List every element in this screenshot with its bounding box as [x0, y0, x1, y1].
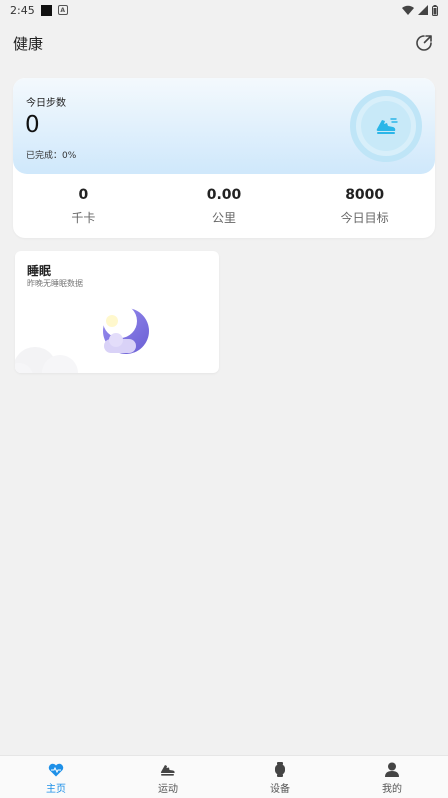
app-notification-icon: A: [57, 5, 68, 15]
sleep-card[interactable]: 睡眠 昨晚无睡眠数据: [15, 251, 219, 373]
steps-progress: 已完成：0%: [26, 151, 77, 161]
nav-profile[interactable]: 我的: [336, 756, 448, 798]
steps-label: 今日步数: [26, 98, 66, 109]
sleep-subtitle: 昨晚无睡眠数据: [27, 279, 83, 288]
share-icon: [416, 35, 432, 51]
nav-label: 我的: [382, 783, 402, 795]
steps-stats: 0 千卡 0.00 公里 8000 今日目标: [13, 184, 435, 232]
sleep-title: 睡眠: [27, 264, 52, 278]
bottom-nav: 主页 运动 设备 我的: [0, 755, 448, 798]
status-right: [402, 4, 438, 16]
moon-icon: [103, 308, 149, 354]
sneaker-icon: [160, 764, 175, 776]
steps-progress-ring: [350, 90, 422, 162]
stat-goal: 8000 今日目标: [294, 184, 435, 232]
nav-device[interactable]: 设备: [224, 756, 336, 798]
stat-value: 8000: [345, 187, 385, 203]
nav-label: 设备: [270, 783, 290, 795]
wifi-icon: [402, 5, 414, 15]
cloud-icon: [15, 347, 78, 373]
status-bar: 2:45 A: [0, 0, 448, 20]
stat-calories: 0 千卡: [13, 184, 154, 232]
stat-distance: 0.00 公里: [154, 184, 295, 232]
app-header: 健康: [0, 28, 448, 58]
stat-value: 0.00: [206, 187, 242, 203]
nav-label: 主页: [46, 783, 66, 795]
stat-value: 0: [78, 187, 89, 203]
watch-icon: [275, 762, 285, 777]
nav-label: 运动: [158, 783, 178, 795]
share-button[interactable]: [413, 32, 435, 54]
signal-icon: [418, 5, 428, 15]
steps-ring-inner: [361, 101, 411, 151]
page-title: 健康: [13, 34, 44, 53]
battery-icon: [432, 4, 438, 16]
person-icon: [385, 762, 399, 777]
steps-value: 0: [25, 112, 40, 138]
stat-label: 公里: [212, 211, 237, 225]
running-shoe-icon: [376, 118, 398, 134]
nav-exercise[interactable]: 运动: [112, 756, 224, 798]
stat-label: 千卡: [71, 211, 96, 225]
status-left: 2:45 A: [10, 4, 68, 17]
steps-summary: 今日步数 0 已完成：0%: [13, 78, 435, 174]
heart-icon: [48, 763, 64, 776]
nav-home[interactable]: 主页: [0, 756, 112, 798]
status-time: 2:45: [10, 3, 35, 17]
notification-icon: [40, 4, 52, 16]
steps-card[interactable]: 今日步数 0 已完成：0% 0 千卡 0.00 公里 8000 今日目标: [13, 78, 435, 238]
stat-label: 今日目标: [340, 211, 389, 225]
